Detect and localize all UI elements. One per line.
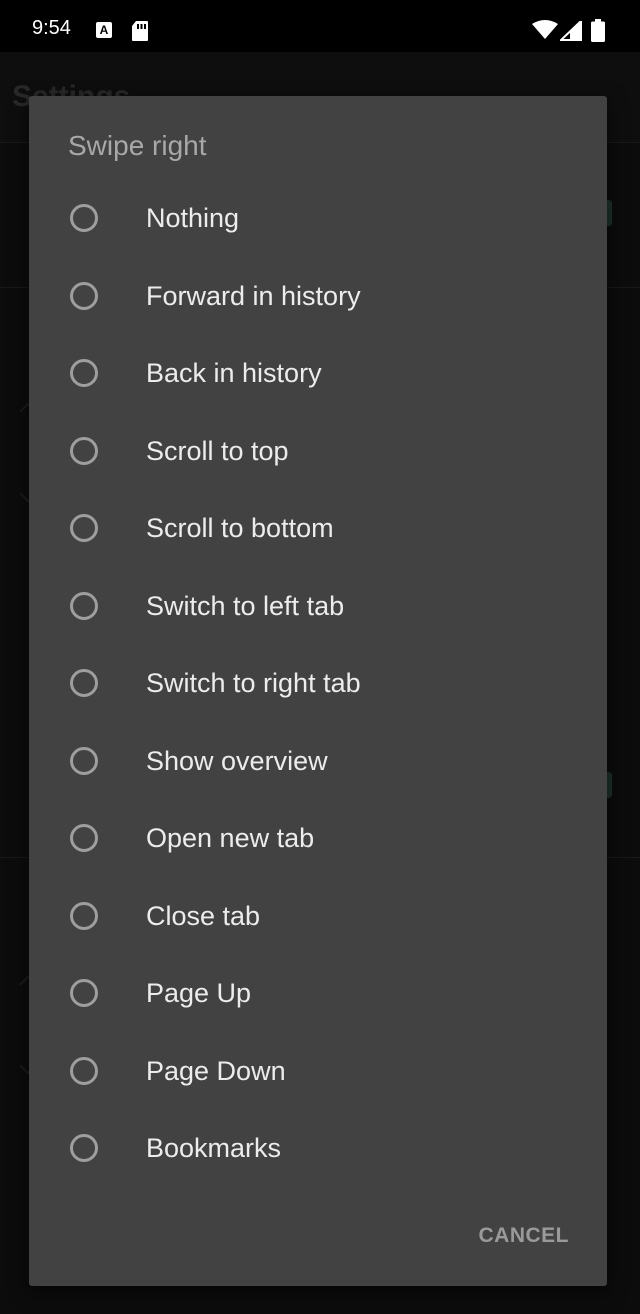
option-label: Show overview bbox=[146, 745, 328, 776]
radio-button-icon[interactable] bbox=[70, 436, 98, 465]
radio-button-icon[interactable] bbox=[70, 979, 98, 1007]
swipe-right-dialog: Swipe right Nothing Forward in history B… bbox=[29, 96, 607, 1286]
radio-button-icon[interactable] bbox=[70, 746, 98, 775]
option-page-down[interactable]: Page Down bbox=[29, 1034, 607, 1112]
status-time: 9:54 bbox=[32, 17, 71, 39]
option-scroll-to-bottom[interactable]: Scroll to bottom bbox=[29, 491, 607, 569]
option-label: Page Down bbox=[146, 1055, 286, 1086]
radio-button-icon[interactable] bbox=[70, 281, 98, 310]
option-switch-to-right-tab[interactable]: Switch to right tab bbox=[29, 646, 607, 724]
option-label: Back in history bbox=[146, 358, 322, 388]
option-label: Page Up bbox=[146, 978, 252, 1008]
option-label: Close tab bbox=[146, 900, 261, 931]
option-show-overview[interactable]: Show overview bbox=[29, 724, 607, 802]
options-list: Nothing Forward in history Back in histo… bbox=[29, 181, 607, 1189]
option-scroll-to-top[interactable]: Scroll to top bbox=[29, 414, 607, 492]
radio-button-icon[interactable] bbox=[70, 591, 98, 620]
option-label: Nothing bbox=[146, 203, 240, 233]
option-close-tab[interactable]: Close tab bbox=[29, 879, 607, 957]
option-nothing[interactable]: Nothing bbox=[29, 181, 607, 259]
radio-button-icon[interactable] bbox=[70, 1056, 98, 1085]
battery-icon bbox=[591, 19, 605, 47]
radio-button-icon[interactable] bbox=[70, 1134, 98, 1162]
option-forward-in-history[interactable]: Forward in history bbox=[29, 259, 607, 337]
sd-card-icon bbox=[131, 20, 149, 47]
a-notification-icon: A bbox=[96, 22, 112, 38]
option-label: Scroll to top bbox=[146, 435, 289, 466]
radio-button-icon[interactable] bbox=[70, 669, 98, 697]
option-label: Forward in history bbox=[146, 280, 361, 311]
dialog-title: Swipe right bbox=[68, 130, 207, 161]
option-label: Switch to right tab bbox=[146, 668, 361, 698]
cancel-button[interactable]: CANCEL bbox=[479, 1224, 570, 1248]
radio-button-icon[interactable] bbox=[70, 901, 98, 930]
option-bookmarks[interactable]: Bookmarks bbox=[29, 1111, 607, 1189]
status-bar: 9:54 A bbox=[0, 0, 640, 52]
wifi-icon bbox=[532, 20, 558, 45]
option-switch-to-left-tab[interactable]: Switch to left tab bbox=[29, 569, 607, 647]
radio-button-icon[interactable] bbox=[70, 514, 98, 542]
option-label: Open new tab bbox=[146, 823, 315, 853]
radio-button-icon[interactable] bbox=[70, 824, 98, 852]
option-open-new-tab[interactable]: Open new tab bbox=[29, 801, 607, 879]
option-page-up[interactable]: Page Up bbox=[29, 956, 607, 1034]
radio-button-icon[interactable] bbox=[70, 359, 98, 387]
option-label: Bookmarks bbox=[146, 1133, 282, 1163]
screen: 9:54 A Settings Swipe right Nothing bbox=[0, 0, 640, 1314]
radio-button-icon[interactable] bbox=[70, 204, 98, 232]
option-label: Switch to left tab bbox=[146, 590, 345, 621]
option-back-in-history[interactable]: Back in history bbox=[29, 336, 607, 414]
signal-icon bbox=[558, 18, 582, 46]
option-label: Scroll to bottom bbox=[146, 513, 334, 543]
